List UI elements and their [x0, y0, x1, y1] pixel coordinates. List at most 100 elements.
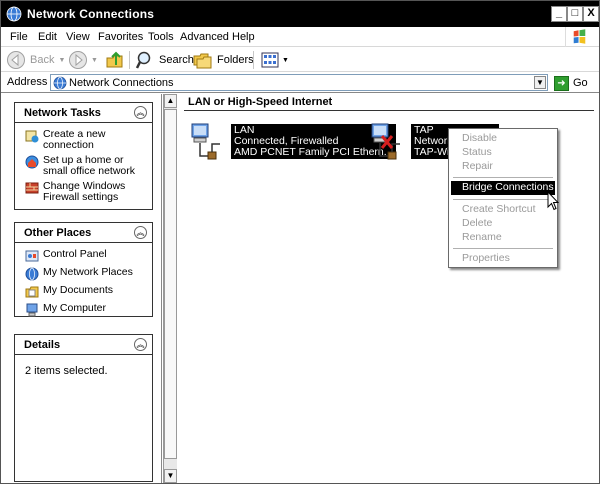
menu-item-disable[interactable]: Disable [451, 132, 555, 146]
details-text: 2 items selected. [25, 365, 108, 377]
up-folder-button[interactable] [105, 50, 125, 70]
network-tasks-header[interactable]: Network Tasks ︽ [15, 103, 152, 123]
network-tasks-title: Network Tasks [24, 107, 101, 119]
task-pane-scrollbar[interactable]: ▲ ▼ [163, 94, 177, 483]
back-dropdown-icon[interactable]: ▼ [58, 57, 65, 64]
menu-help[interactable]: Help [232, 31, 255, 43]
details-header[interactable]: Details ︽ [15, 335, 152, 355]
place-label: My Network Places [43, 266, 133, 278]
firewall-icon [25, 182, 39, 194]
menu-separator [453, 177, 553, 178]
menu-item-properties[interactable]: Properties [451, 252, 555, 266]
menu-item-rename[interactable]: Rename [451, 231, 555, 245]
menu-file[interactable]: File [10, 31, 28, 43]
network-places-icon [25, 267, 39, 281]
home-network-icon [25, 155, 39, 169]
back-button[interactable]: Back ▼ [6, 50, 65, 70]
place-label: Control Panel [43, 248, 107, 260]
search-button[interactable]: Search [135, 50, 194, 70]
menu-item-create-shortcut[interactable]: Create Shortcut [451, 203, 555, 217]
search-icon [135, 51, 151, 69]
go-arrow-icon: ➜ [554, 75, 569, 91]
task-pane: Network Tasks ︽ Create a new connection [2, 94, 162, 483]
go-button[interactable]: ➜ Go [554, 74, 588, 92]
mouse-pointer-icon [547, 191, 559, 211]
address-input[interactable]: Network Connections ▼ [50, 74, 548, 91]
scroll-thumb[interactable] [164, 109, 177, 459]
minimize-button[interactable]: _ [551, 6, 567, 22]
scroll-down-icon[interactable]: ▼ [164, 469, 177, 483]
forward-button[interactable]: ▼ [68, 50, 98, 70]
new-connection-icon [25, 130, 39, 143]
maximize-button[interactable]: □ [567, 6, 583, 22]
toolbar-separator [129, 51, 130, 69]
network-connections-window: Network Connections _ □ X File Edit View… [0, 0, 600, 484]
close-button[interactable]: X [583, 6, 599, 22]
folders-button[interactable]: Folders [193, 50, 254, 70]
up-folder-icon [106, 51, 123, 68]
lan-connection-icon [191, 123, 220, 160]
place-label: My Computer [43, 302, 107, 314]
place-my-documents[interactable]: My Documents [25, 285, 148, 299]
context-menu: Disable Status Repair Bridge Connections… [448, 128, 558, 268]
place-my-network-places[interactable]: My Network Places [25, 267, 148, 281]
collapse-chevron-icon[interactable]: ︽ [134, 226, 147, 239]
menu-item-repair[interactable]: Repair [451, 160, 555, 174]
scroll-up-icon[interactable]: ▲ [164, 94, 177, 108]
go-label: Go [573, 77, 588, 89]
task-home-network[interactable]: Set up a home or small office network [25, 155, 148, 177]
window-title: Network Connections [27, 7, 155, 21]
details-title: Details [24, 339, 61, 351]
collapse-chevron-icon[interactable]: ︽ [134, 338, 147, 351]
task-label: Set up a home or small office network [43, 154, 136, 177]
task-label: Change Windows Firewall settings [43, 180, 126, 203]
toolbar-separator [253, 51, 254, 69]
menu-item-delete[interactable]: Delete [451, 217, 555, 231]
menu-tools[interactable]: Tools [148, 31, 174, 43]
task-create-connection[interactable]: Create a new connection [25, 129, 148, 151]
back-label: Back [30, 54, 55, 66]
network-tasks-panel: Network Tasks ︽ Create a new connection [14, 102, 153, 210]
windows-logo-icon [565, 27, 586, 47]
network-connections-icon [6, 6, 22, 22]
address-label: Address [7, 76, 48, 88]
group-title: LAN or High-Speed Internet [188, 96, 333, 108]
my-documents-icon [25, 286, 39, 298]
back-arrow-icon [7, 51, 25, 69]
other-places-panel: Other Places ︽ Control Panel My Network … [14, 222, 153, 317]
forward-arrow-icon [69, 51, 87, 69]
control-panel-icon [25, 250, 39, 262]
my-computer-icon [26, 303, 38, 317]
views-icon [261, 52, 279, 68]
other-places-header[interactable]: Other Places ︽ [15, 223, 152, 243]
address-dropdown-icon[interactable]: ▼ [534, 76, 546, 89]
menu-item-status[interactable]: Status [451, 146, 555, 160]
tap-connection-disabled-icon [371, 123, 400, 160]
menu-advanced[interactable]: Advanced [180, 31, 229, 43]
other-places-title: Other Places [24, 227, 92, 239]
menu-favorites[interactable]: Favorites [98, 31, 143, 43]
place-my-computer[interactable]: My Computer [25, 303, 148, 317]
task-label: Create a new connection [43, 128, 106, 151]
menu-separator [453, 248, 553, 249]
views-dropdown-icon[interactable]: ▼ [282, 57, 289, 64]
views-button[interactable]: ▼ [260, 50, 289, 70]
task-firewall-settings[interactable]: Change Windows Firewall settings [25, 181, 148, 203]
menu-item-bridge-connections[interactable]: Bridge Connections [451, 181, 555, 195]
folders-label: Folders [217, 54, 254, 66]
search-label: Search [159, 54, 194, 66]
place-label: My Documents [43, 284, 114, 296]
folders-icon [193, 53, 212, 69]
address-bar: Address Network Connections ▼ ➜ Go [1, 73, 599, 93]
details-panel: Details ︽ 2 items selected. [14, 334, 153, 482]
place-control-panel[interactable]: Control Panel [25, 249, 148, 263]
menu-view[interactable]: View [66, 31, 90, 43]
title-bar[interactable]: Network Connections _ □ X [1, 1, 599, 27]
menu-separator [453, 199, 553, 200]
collapse-chevron-icon[interactable]: ︽ [134, 106, 147, 119]
menu-bar: File Edit View Favorites Tools Advanced … [1, 27, 599, 47]
network-connections-icon [53, 76, 67, 90]
menu-edit[interactable]: Edit [38, 31, 57, 43]
group-divider [184, 110, 594, 111]
forward-dropdown-icon[interactable]: ▼ [91, 57, 98, 64]
